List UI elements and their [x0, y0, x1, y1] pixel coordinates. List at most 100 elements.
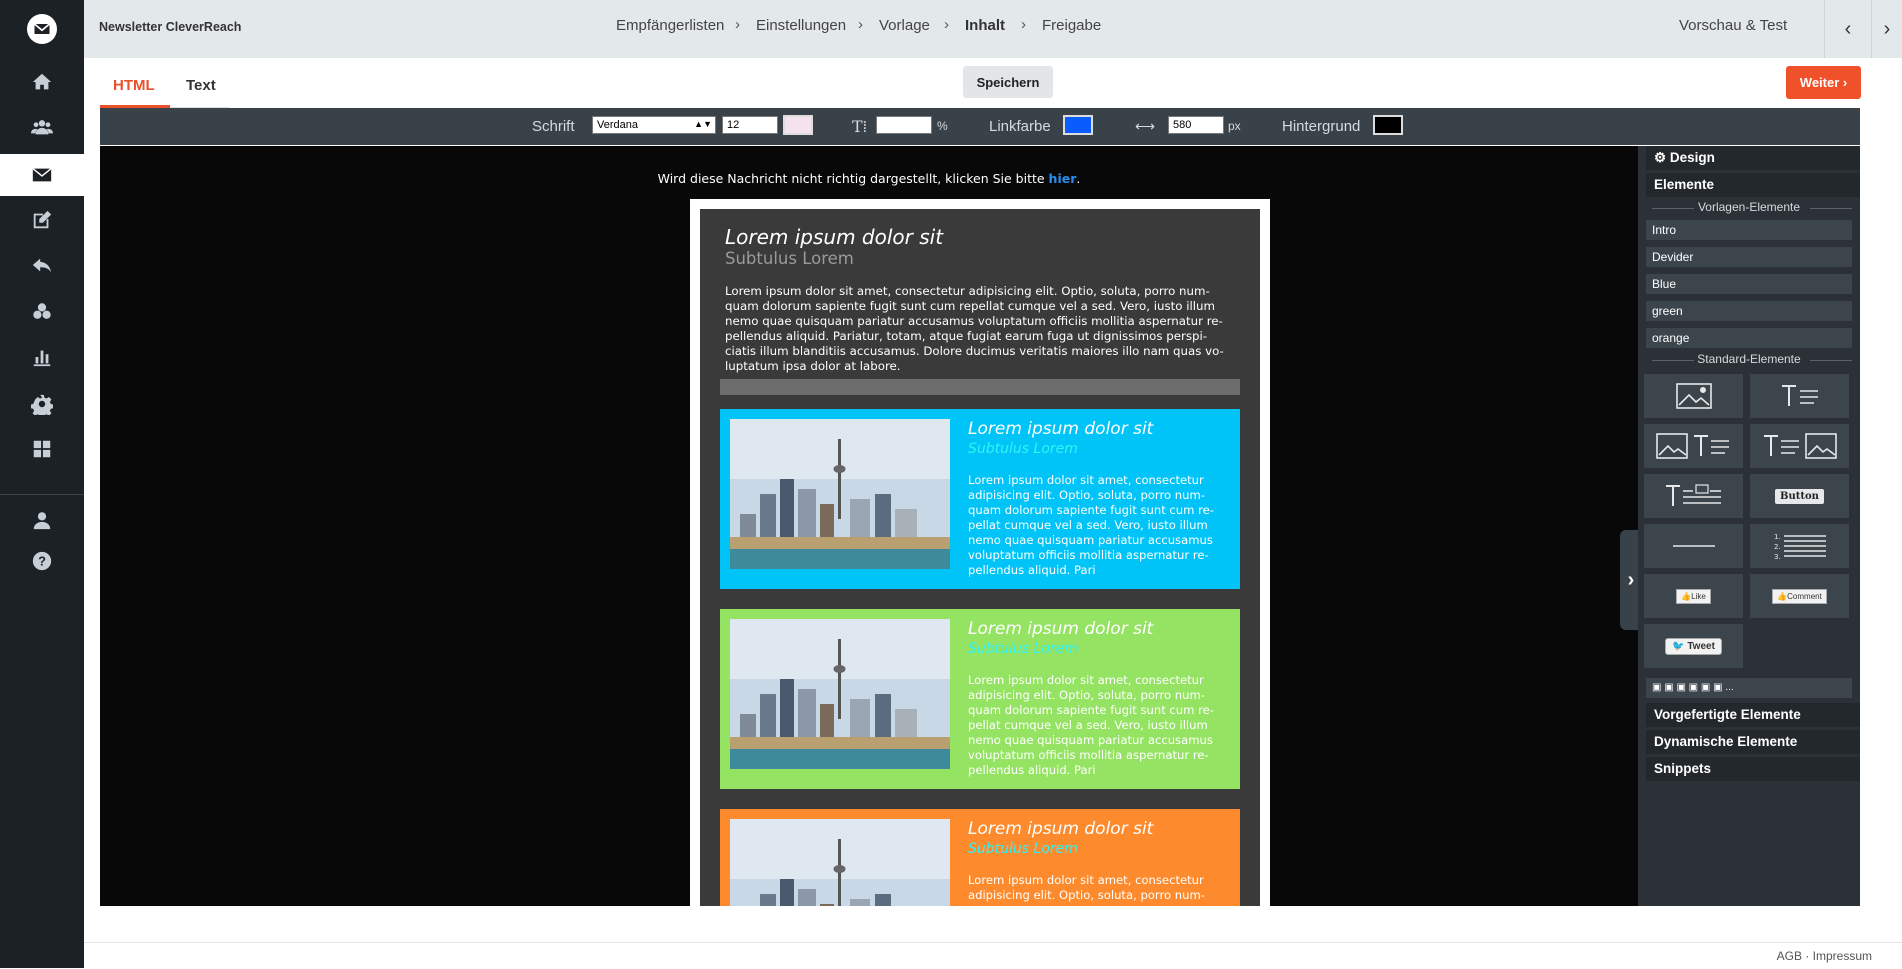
facebook-like-element[interactable]: 👍Like: [1644, 574, 1743, 618]
block-subtitle: Subtulus Lorem: [968, 841, 1078, 857]
elements-section-header[interactable]: Elemente: [1646, 173, 1860, 197]
image-element-icon[interactable]: [1644, 374, 1743, 418]
divider-line-element-icon[interactable]: [1644, 524, 1743, 568]
background-label: Hintergrund: [1282, 118, 1361, 135]
intro-subtitle[interactable]: Subtulus Lorem: [725, 249, 854, 268]
forms-edit-icon[interactable]: [0, 200, 84, 240]
gear-icon: ⚙: [1654, 150, 1670, 165]
link-color-swatch[interactable]: [1063, 115, 1093, 135]
block-subtitle: Subtulus Lorem: [968, 641, 1078, 657]
design-section-header[interactable]: ⚙ Design: [1646, 146, 1860, 170]
template-item-blue[interactable]: Blue: [1646, 274, 1852, 294]
text-element-icon[interactable]: [1750, 374, 1849, 418]
template-item-devider[interactable]: Devider: [1646, 247, 1852, 267]
facebook-comment-element[interactable]: 👍Comment: [1750, 574, 1849, 618]
left-navigation: ?: [0, 0, 84, 968]
block-body-text: Lorem ipsum dolor sit amet, consectetur …: [968, 673, 1214, 777]
breadcrumb-vorlage[interactable]: Vorlage: [879, 17, 930, 34]
text-color-swatch[interactable]: [783, 115, 813, 135]
numbered-list-element-icon[interactable]: 1. 2. 3.: [1750, 524, 1849, 568]
app-title: Newsletter CleverReach: [99, 20, 242, 34]
block-subtitle: Subtulus Lorem: [968, 441, 1078, 457]
home-icon[interactable]: [0, 62, 84, 102]
prev-step-chevron-left-icon[interactable]: ‹: [1825, 0, 1871, 58]
font-family-value: Verdana: [597, 119, 638, 131]
width-input[interactable]: 580: [1168, 116, 1224, 134]
top-bar: Newsletter CleverReach Empfängerlisten ›…: [84, 0, 1902, 58]
image-text-element-icon[interactable]: [1644, 424, 1743, 468]
breadcrumb-separator-icon: ›: [858, 16, 863, 33]
intro-title[interactable]: Lorem ipsum dolor sit: [725, 225, 943, 249]
social-network-icons: ▣ ▣ ▣ ▣ ▣ ▣: [1652, 682, 1726, 693]
view-online-notice: Wird diese Nachricht nicht richtig darge…: [100, 171, 1638, 186]
content-block-orange[interactable]: Lorem ipsum dolor sit Subtulus Lorem Lor…: [720, 809, 1240, 906]
font-family-select[interactable]: Verdana ▲▼: [592, 116, 716, 134]
design-label: Design: [1669, 150, 1715, 165]
collapse-panel-chevron-right-icon[interactable]: ›: [1620, 530, 1638, 630]
snippets-header[interactable]: Snippets: [1646, 757, 1860, 781]
prefab-elements-header[interactable]: Vorgefertigte Elemente: [1646, 703, 1860, 727]
template-item-orange[interactable]: orange: [1646, 328, 1852, 348]
width-arrows-icon: ⟷: [1135, 118, 1156, 134]
footer-links[interactable]: AGB · Impressum: [1777, 949, 1872, 963]
background-color-swatch[interactable]: [1373, 115, 1403, 135]
breadcrumb-einstellungen[interactable]: Einstellungen: [756, 17, 846, 34]
account-user-icon[interactable]: [0, 500, 84, 540]
breadcrumb-inhalt[interactable]: Inhalt: [965, 17, 1005, 34]
social-icons-element[interactable]: ▣ ▣ ▣ ▣ ▣ ▣ ...: [1646, 678, 1852, 698]
elements-panel: ⚙ Design Elemente Vorlagen-Elemente Intr…: [1638, 146, 1860, 906]
view-online-end: .: [1076, 171, 1081, 186]
newsletter-preview-canvas: Wird diese Nachricht nicht richtig darge…: [100, 146, 1638, 906]
cleverreach-logo-icon[interactable]: [0, 8, 84, 50]
breadcrumb-empfaengerlisten[interactable]: Empfängerlisten: [616, 17, 724, 34]
next-step-chevron-right-icon[interactable]: ›: [1872, 0, 1902, 58]
text-image-element-icon[interactable]: [1750, 424, 1849, 468]
mailings-icon[interactable]: [0, 154, 84, 196]
automation-icon[interactable]: [0, 292, 84, 332]
save-button[interactable]: Speichern: [963, 66, 1053, 98]
tab-text[interactable]: Text: [186, 77, 216, 94]
block-title: Lorem ipsum dolor sit: [968, 419, 1154, 439]
city-skyline-image: [730, 619, 950, 769]
template-item-green[interactable]: green: [1646, 301, 1852, 321]
comment-element-label: 👍Comment: [1772, 588, 1827, 604]
svg-text:1.: 1.: [1774, 533, 1781, 541]
city-skyline-image: [730, 819, 950, 906]
svg-text:3.: 3.: [1774, 553, 1781, 561]
button-element-label: Button: [1775, 488, 1824, 504]
settings-gear-icon[interactable]: [0, 384, 84, 424]
line-height-input[interactable]: [876, 116, 932, 134]
page-footer: AGB · Impressum: [84, 942, 1902, 969]
help-question-icon[interactable]: ?: [0, 541, 84, 581]
content-block-blue[interactable]: Lorem ipsum dolor sit Subtulus Lorem Lor…: [720, 409, 1240, 589]
city-skyline-image: [730, 419, 950, 569]
recipients-icon[interactable]: [0, 107, 84, 147]
addons-grid-icon[interactable]: [0, 429, 84, 469]
block-body-text: Lorem ipsum dolor sit amet, consectetur …: [968, 473, 1214, 577]
dynamic-elements-header[interactable]: Dynamische Elemente: [1646, 730, 1860, 754]
width-unit: px: [1228, 119, 1241, 133]
content-block-green[interactable]: Lorem ipsum dolor sit Subtulus Lorem Lor…: [720, 609, 1240, 789]
breadcrumb-freigabe[interactable]: Freigabe: [1042, 17, 1101, 34]
intro-body-text[interactable]: Lorem ipsum dolor sit amet, consectetur …: [725, 284, 1235, 374]
like-element-label: 👍Like: [1676, 588, 1711, 604]
select-arrows-icon: ▲▼: [694, 119, 712, 129]
template-elements-heading: Vorlagen-Elemente: [1646, 200, 1852, 214]
reply-icon[interactable]: [0, 245, 84, 285]
next-button[interactable]: Weiter ›: [1786, 66, 1861, 99]
reports-chart-icon[interactable]: [0, 337, 84, 377]
view-online-link[interactable]: hier: [1049, 171, 1077, 186]
standard-elements-heading: Standard-Elemente: [1646, 352, 1852, 366]
font-size-input[interactable]: 12: [722, 116, 778, 134]
tweet-element[interactable]: 🐦 Tweet: [1644, 624, 1743, 668]
block-body-text: Lorem ipsum dolor sit amet, consectetur …: [968, 873, 1205, 902]
button-element[interactable]: Button: [1750, 474, 1849, 518]
nav-divider: [0, 494, 84, 495]
editor-mode-tabs: HTML Text Speichern Weiter ›: [84, 58, 1902, 108]
tab-html[interactable]: HTML: [113, 77, 155, 94]
preview-and-test-link[interactable]: Vorschau & Test: [1679, 17, 1787, 34]
text-inline-image-element-icon[interactable]: [1644, 474, 1743, 518]
svg-text:2.: 2.: [1774, 543, 1781, 551]
template-item-intro[interactable]: Intro: [1646, 220, 1852, 240]
divider-bar[interactable]: [720, 379, 1240, 395]
